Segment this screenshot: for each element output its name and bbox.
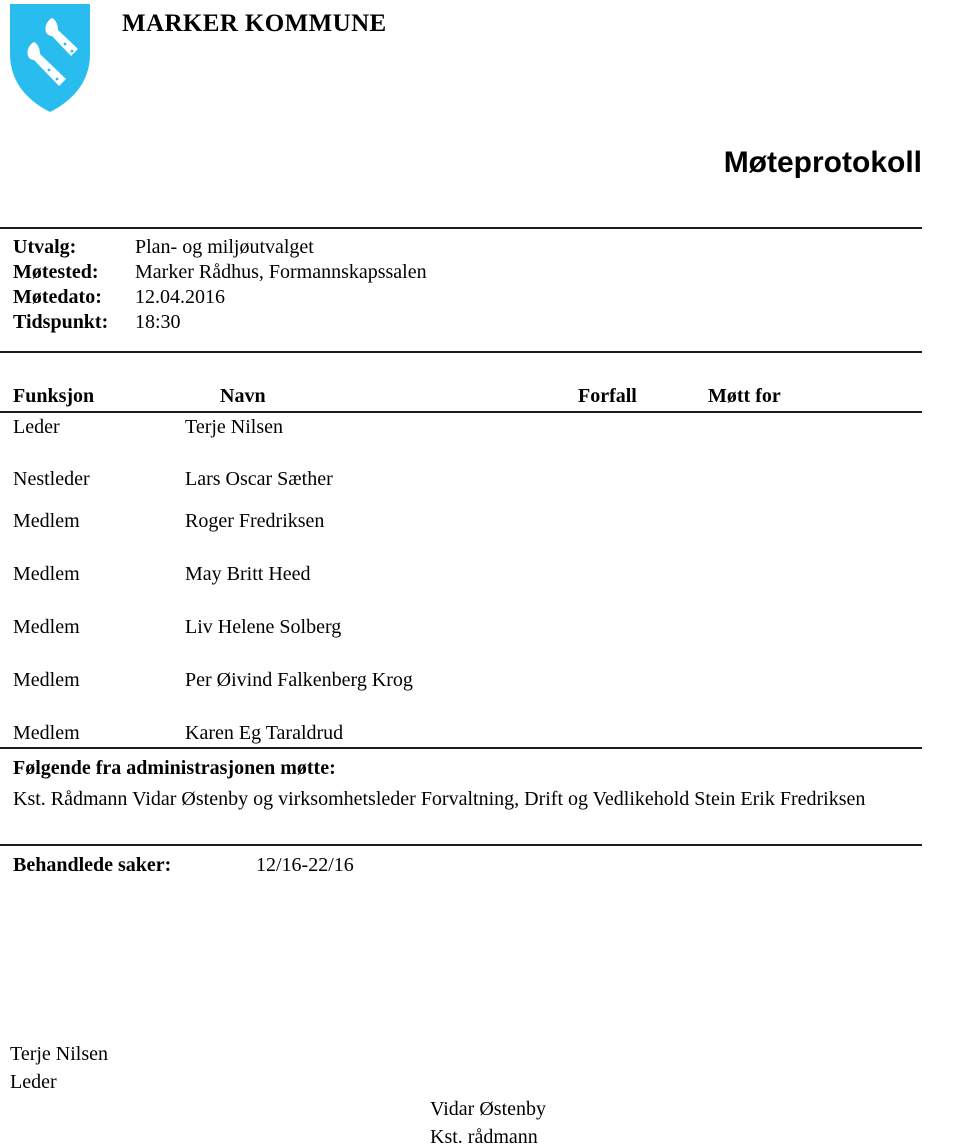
meta-row-tidspunkt: Tidspunkt: 18:30 [0, 310, 922, 335]
cases-value: 12/16-22/16 [256, 854, 354, 876]
table-row: Medlem Liv Helene Solberg [0, 612, 922, 665]
cell-navn: Per Øivind Falkenberg Krog [185, 669, 413, 691]
table-row: Leder Terje Nilsen [0, 412, 922, 464]
cell-navn: Liv Helene Solberg [185, 616, 342, 638]
signature-role-left: Leder [10, 1071, 57, 1093]
table-row: Medlem Roger Fredriksen [0, 506, 922, 559]
column-header-mott-for: Møtt for [708, 385, 781, 407]
meta-value-tidspunkt: 18:30 [135, 311, 181, 333]
meta-value-utvalg: Plan- og miljøutvalget [135, 236, 314, 258]
table-row: Nestleder Lars Oscar Sæther [0, 464, 922, 506]
cell-navn: Terje Nilsen [185, 416, 284, 438]
participants-table-body: Leder Terje Nilsen Nestleder Lars Oscar … [0, 412, 922, 771]
document-header: MARKER KOMMUNE [0, 0, 960, 118]
meta-value-motested: Marker Rådhus, Formannskapssalen [135, 261, 427, 283]
cell-navn: May Britt Heed [185, 563, 311, 585]
signature-name-right: Vidar Østenby [430, 1098, 546, 1120]
meta-label-tidspunkt: Tidspunkt: [13, 311, 109, 333]
signature-block-left: Terje Nilsen Leder [10, 1040, 108, 1096]
cases-label: Behandlede saker: [13, 854, 172, 876]
meta-label-motested: Møtested: [13, 261, 99, 283]
cell-funksjon: Medlem [13, 510, 80, 532]
administration-attendees: Kst. Rådmann Vidar Østenby og virksomhet… [13, 788, 866, 810]
meta-label-motedato: Møtedato: [13, 286, 102, 308]
column-header-navn: Navn [220, 385, 266, 407]
horizontal-rule-below-meta [0, 351, 922, 353]
meta-row-motested: Møtested: Marker Rådhus, Formannskapssal… [0, 260, 922, 285]
cell-funksjon: Medlem [13, 722, 80, 744]
participants-table-header: Funksjon Navn Forfall Møtt for [0, 383, 922, 409]
cell-funksjon: Medlem [13, 669, 80, 691]
document-page: MARKER KOMMUNE Møteprotokoll Utvalg: Pla… [0, 0, 960, 1146]
marker-kommune-coat-of-arms-icon [8, 2, 92, 114]
column-header-funksjon: Funksjon [13, 385, 95, 407]
meta-row-utvalg: Utvalg: Plan- og miljøutvalget [0, 235, 922, 260]
meta-label-utvalg: Utvalg: [13, 236, 77, 258]
document-title: Møteprotokoll [723, 146, 922, 179]
cases-section: Behandlede saker: 12/16-22/16 [0, 851, 922, 879]
cell-navn: Lars Oscar Sæther [185, 468, 333, 490]
cell-funksjon: Medlem [13, 616, 80, 638]
table-row: Medlem Per Øivind Falkenberg Krog [0, 665, 922, 718]
cell-navn: Roger Fredriksen [185, 510, 325, 532]
table-row: Medlem May Britt Heed [0, 559, 922, 612]
administration-heading: Følgende fra administrasjonen møtte: [13, 757, 336, 779]
cell-funksjon: Medlem [13, 563, 80, 585]
cell-funksjon: Leder [13, 416, 60, 438]
signature-name-left: Terje Nilsen [10, 1043, 109, 1065]
signature-block-right: Vidar Østenby Kst. rådmann [430, 1095, 546, 1146]
cell-funksjon: Nestleder [13, 468, 90, 490]
organization-name: MARKER KOMMUNE [122, 10, 387, 37]
meta-row-motedato: Møtedato: 12.04.2016 [0, 285, 922, 310]
column-header-forfall: Forfall [578, 385, 637, 407]
signature-role-right: Kst. rådmann [430, 1126, 538, 1146]
horizontal-rule-above-meta [0, 227, 922, 229]
cell-navn: Karen Eg Taraldrud [185, 722, 344, 744]
meta-value-motedato: 12.04.2016 [135, 286, 225, 308]
horizontal-rule-above-cases [0, 844, 922, 846]
meeting-metadata: Utvalg: Plan- og miljøutvalget Møtested:… [0, 235, 922, 335]
